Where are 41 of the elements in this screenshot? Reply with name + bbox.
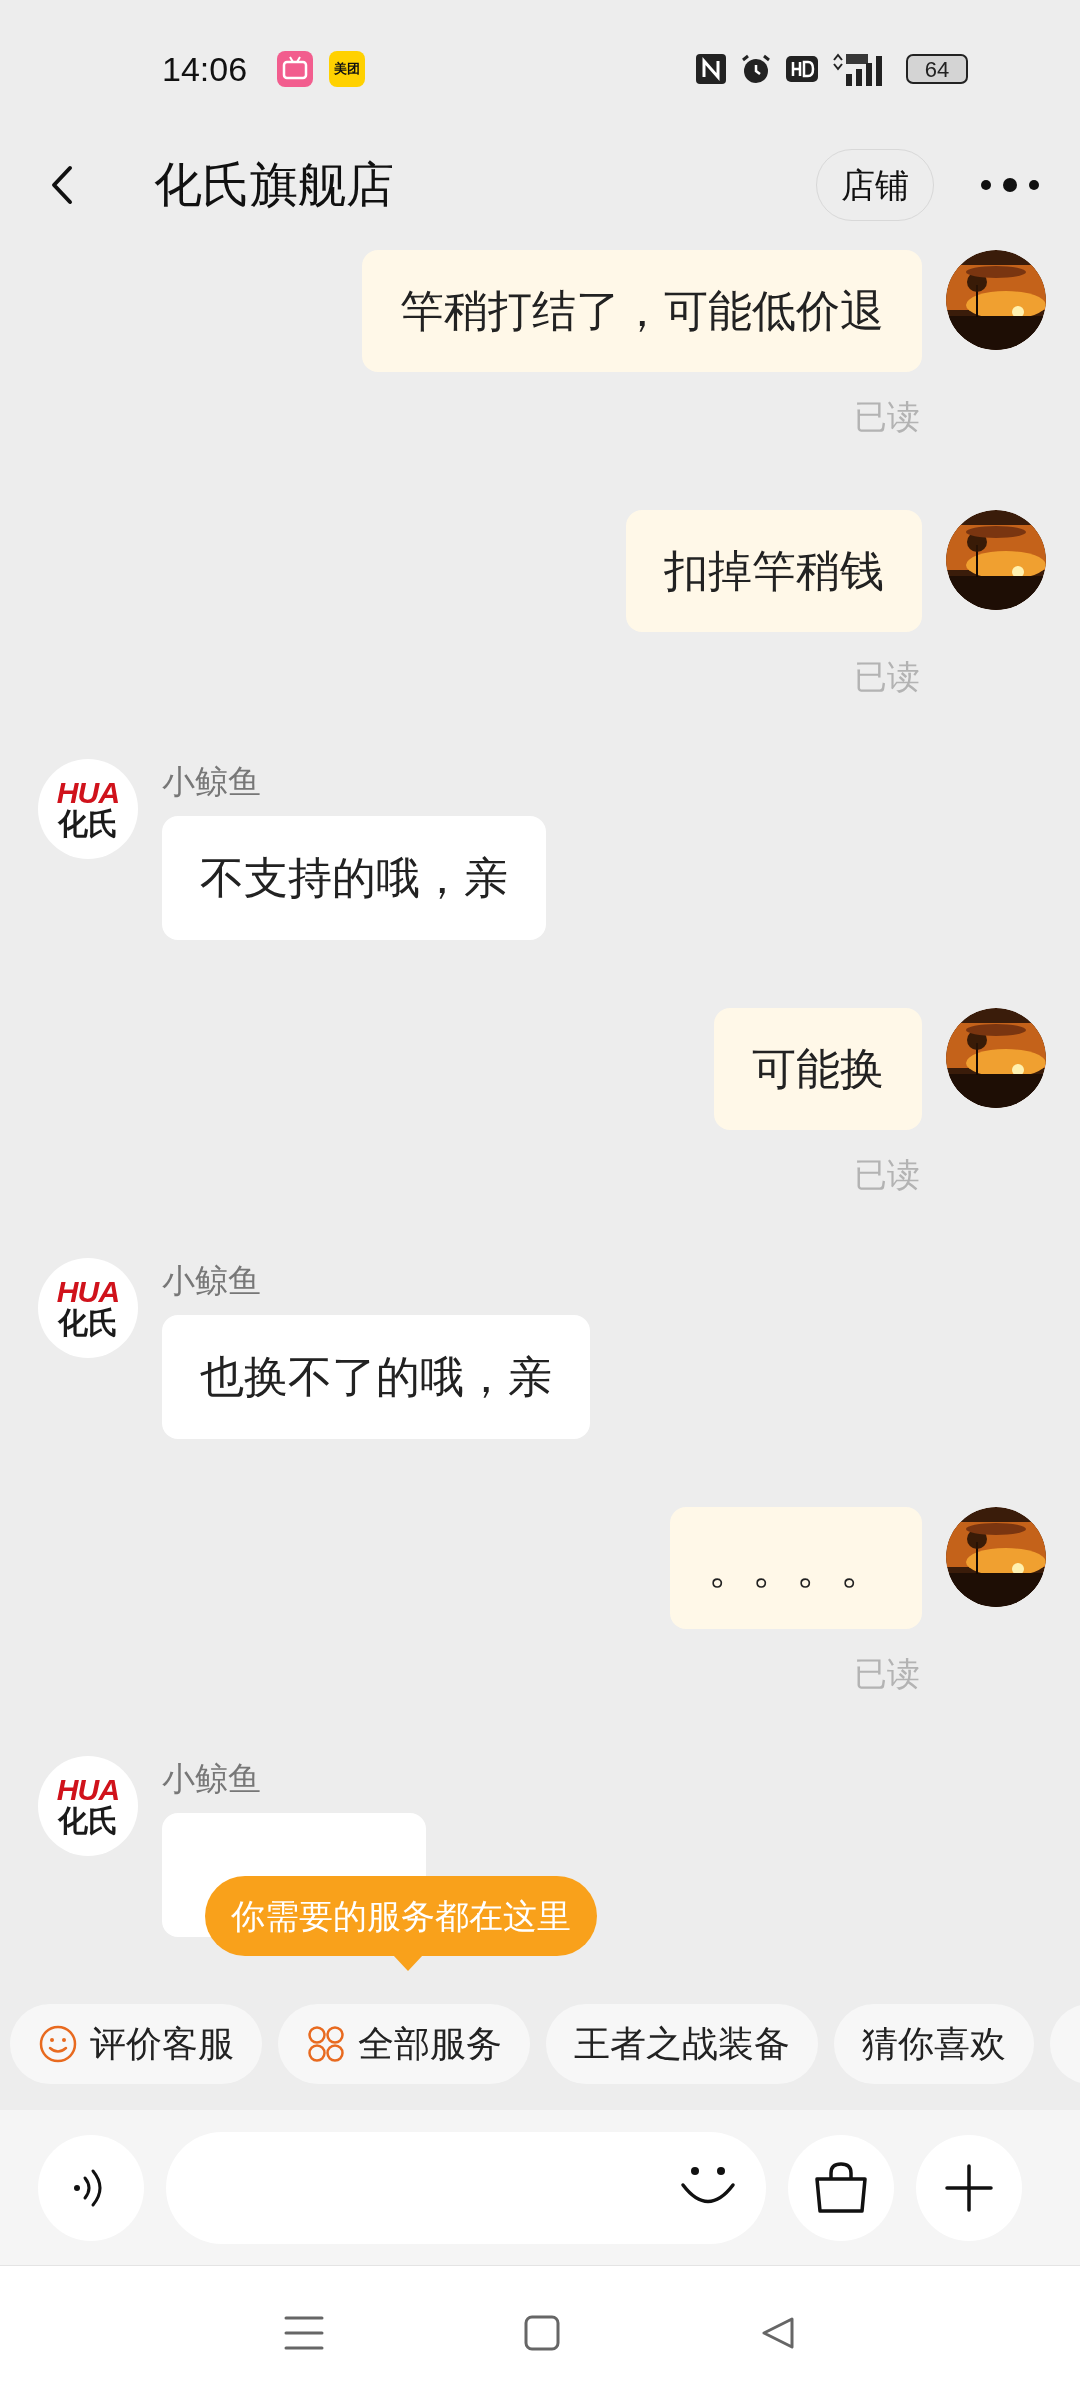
shopping-bag-icon <box>813 2160 869 2215</box>
logo-text: 化氏 <box>58 808 118 840</box>
message-bubble: 竿稍打结了，可能低价退 <box>362 250 922 372</box>
hd-icon <box>786 56 818 82</box>
logo-text: HUA <box>56 778 120 808</box>
logo-text: HUA <box>56 1276 120 1307</box>
app-icon: 美团 <box>329 51 366 87</box>
plus-icon <box>945 2163 993 2212</box>
battery-indicator: 64 <box>906 54 968 84</box>
quick-reply-chip[interactable]: 评价客服 <box>10 2004 262 2084</box>
smiley-icon <box>38 2024 78 2064</box>
home-icon[interactable] <box>524 2315 560 2351</box>
message-bubble: 。。。。 <box>670 1506 922 1629</box>
quick-reply-chip[interactable]: 王者之战装备 <box>546 2004 818 2084</box>
quick-reply-chip[interactable]: 猜你喜欢 <box>834 2004 1034 2084</box>
status-time: 14:06 <box>162 48 248 90</box>
alarm-icon <box>740 53 772 85</box>
read-receipt: 已读 <box>854 656 920 697</box>
read-receipt: 已读 <box>854 1653 920 1694</box>
read-receipt: 已读 <box>854 397 920 437</box>
sender-name: 小鲸鱼 <box>162 1260 262 1301</box>
message-bubble: 扣掉竿稍钱 <box>626 509 922 632</box>
read-receipt: 已读 <box>854 1155 920 1195</box>
logo-text: 化氏 <box>58 1306 118 1339</box>
quick-reply-chip[interactable]: 全部服务 <box>278 2004 530 2084</box>
chat-title: 化氏旗舰店 <box>154 157 394 213</box>
tooltip-pointer-icon <box>393 1955 423 1971</box>
nfc-icon <box>696 54 726 84</box>
message-bubble: 也换不了的哦，亲 <box>162 1314 590 1439</box>
menu-icon[interactable] <box>284 2315 324 2351</box>
logo-text: 化氏 <box>58 1805 118 1837</box>
tooltip: 你需要的服务都在这里 <box>205 1876 597 1956</box>
tv-app-icon <box>277 51 314 87</box>
sender-name: 小鲸鱼 <box>162 1759 262 1799</box>
back-icon[interactable] <box>50 165 74 205</box>
message-bubble: 不支持的哦，亲 <box>162 816 546 940</box>
grid-icon <box>306 2024 346 2064</box>
sender-name: 小鲸鱼 <box>162 762 262 802</box>
logo-text: HUA <box>56 1775 120 1805</box>
message-bubble: 可能换 <box>714 1008 922 1130</box>
more-icon[interactable] <box>980 177 1040 193</box>
